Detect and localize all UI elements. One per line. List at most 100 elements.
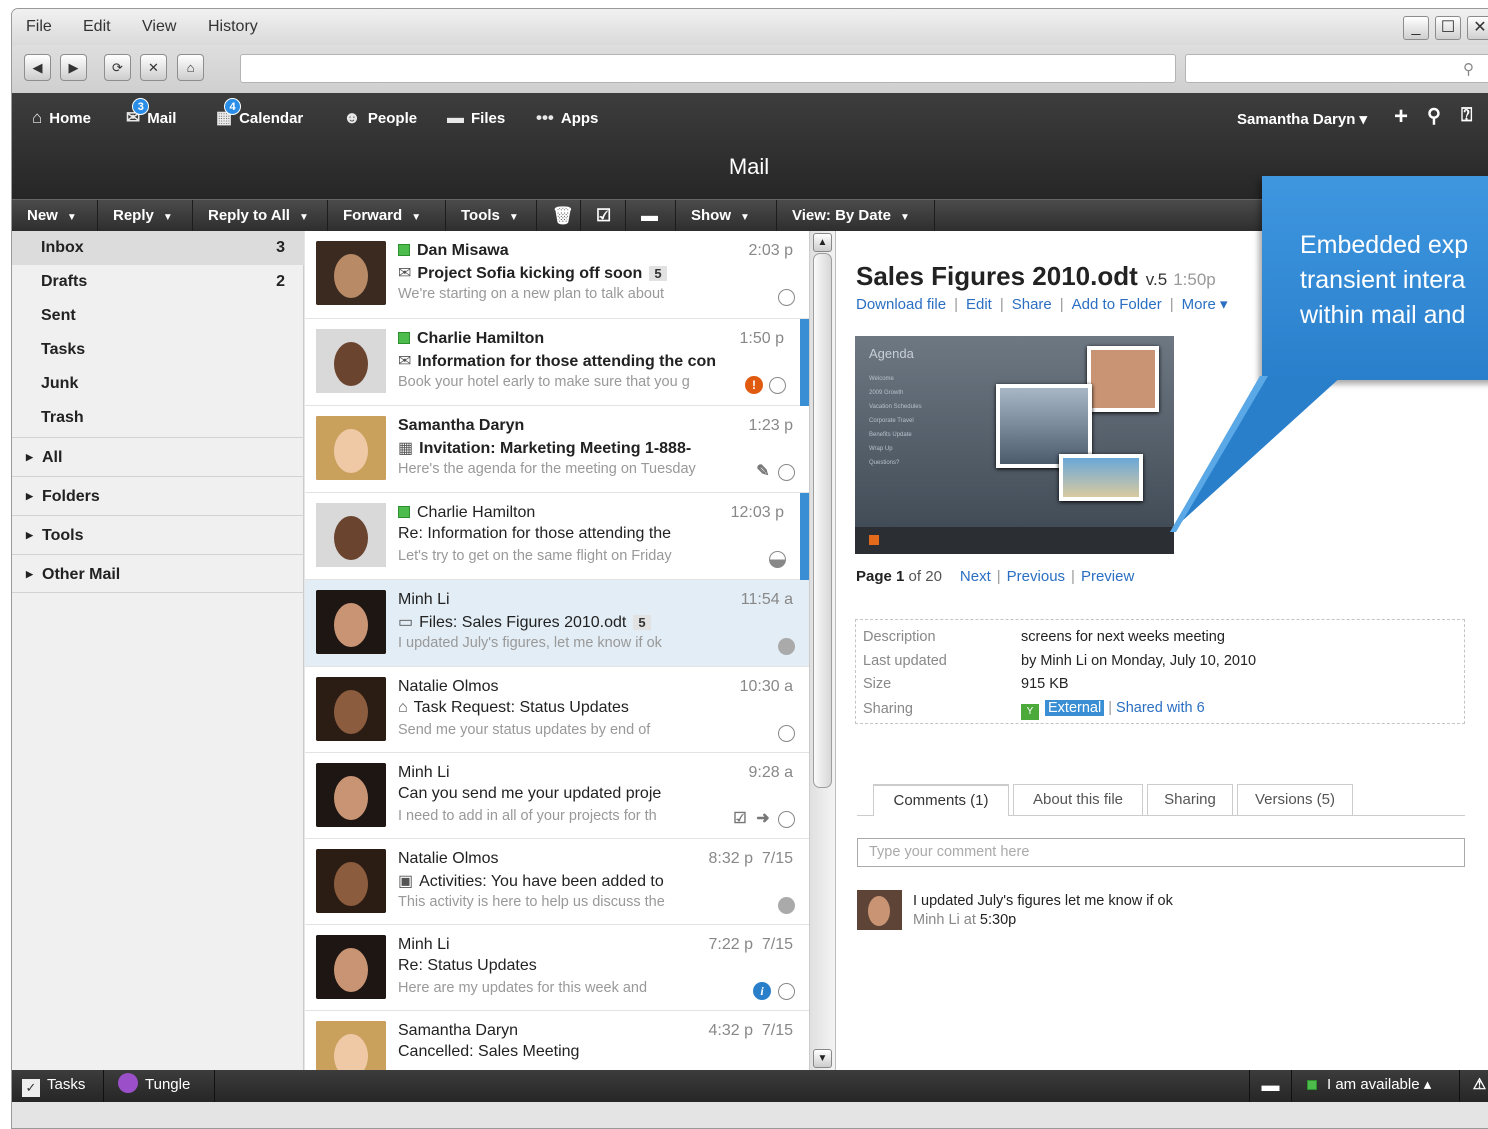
read-status-icon[interactable] [778, 725, 795, 742]
sidebar-item-sent[interactable]: Sent [12, 299, 304, 333]
read-status-icon[interactable] [769, 551, 786, 568]
chevron-right-icon: ▶ [26, 452, 33, 462]
scroll-up-icon[interactable]: ▲ [813, 233, 832, 252]
scroll-down-icon[interactable]: ▼ [813, 1049, 832, 1068]
browser-search[interactable]: ⚲ [1185, 54, 1488, 83]
minimize-icon[interactable]: _ [1403, 16, 1429, 40]
tasks-button[interactable]: ✓ Tasks [12, 1070, 104, 1102]
home-nav-icon[interactable]: ⌂ [177, 54, 204, 81]
sidebar-group-folders[interactable]: ▶ Folders [12, 476, 304, 515]
menu-view[interactable]: View [142, 18, 176, 36]
file-thumbnail[interactable]: Agenda Welcome 2009 Growth Vacation Sche… [855, 336, 1174, 554]
list-item[interactable]: Charlie Hamilton 12:03 p Re: Information… [305, 493, 809, 580]
sidebar-item-trash[interactable]: Trash [12, 401, 304, 435]
task-icon: ⌂ [398, 699, 408, 716]
search-icon[interactable]: ⚲ [1427, 105, 1441, 128]
tab-about[interactable]: About this file [1013, 784, 1143, 815]
list-item[interactable]: Dan Misawa 2:03 p ✉ Project Sofia kicking… [305, 231, 809, 319]
new-button[interactable]: New ▼ [12, 200, 98, 232]
list-item[interactable]: Minh Li 9:28 a Can you send me your upda… [305, 753, 809, 839]
shared-with-link[interactable]: Shared with 6 [1116, 700, 1205, 716]
nav-calendar[interactable]: ▦ 4 Calendar [216, 98, 303, 128]
read-status-icon[interactable] [778, 464, 795, 481]
high-priority-icon: ! [745, 376, 763, 394]
external-share-icon: Y [1021, 704, 1039, 720]
scroll-thumb[interactable] [813, 253, 832, 788]
availability-status[interactable]: I am available ▴ [1292, 1070, 1460, 1102]
reload-icon[interactable]: ⟳ [104, 54, 131, 81]
mark-done-icon[interactable]: ☑ [581, 200, 626, 232]
list-scrollbar[interactable]: ▲ ▼ [809, 231, 835, 1070]
move-to-folder-icon[interactable]: ▬ [626, 200, 676, 232]
read-status-icon[interactable] [778, 811, 795, 828]
nav-mail[interactable]: ✉ 3 Mail [126, 98, 176, 128]
menu-file[interactable]: File [26, 18, 52, 36]
sidebar-item-tasks[interactable]: Tasks [12, 333, 304, 367]
more-link[interactable]: More ▾ [1182, 296, 1228, 313]
people-icon: ☻ [343, 108, 361, 127]
stop-icon[interactable]: ✕ [140, 54, 167, 81]
share-link[interactable]: Share [1012, 296, 1052, 313]
availability-label: I am available ▴ [1327, 1076, 1432, 1093]
tungle-button[interactable]: Tungle [104, 1070, 215, 1102]
read-status-icon[interactable] [778, 638, 795, 655]
nav-home[interactable]: ⌂ Home [32, 108, 91, 128]
sidebar-group-other-mail[interactable]: ▶ Other Mail [12, 554, 304, 593]
maximize-icon[interactable]: ☐ [1435, 16, 1461, 40]
nav-files[interactable]: ▬ Files [447, 108, 505, 128]
list-item[interactable]: Samantha Daryn 1:23 p ▦ Invitation: Marke… [305, 406, 809, 493]
external-badge[interactable]: External [1045, 700, 1105, 716]
sidebar-item-junk[interactable]: Junk [12, 367, 304, 401]
add-to-folder-link[interactable]: Add to Folder [1072, 296, 1162, 313]
thumb-photo [1059, 454, 1143, 501]
view-by-date-button[interactable]: View: By Date ▼ [777, 200, 935, 232]
previous-link[interactable]: Previous [1007, 568, 1065, 585]
edit-link[interactable]: Edit [966, 296, 992, 313]
avatar [316, 329, 386, 393]
forward-icon[interactable]: ▶ [60, 54, 87, 81]
forward-button[interactable]: Forward ▼ [328, 200, 446, 232]
reply-button[interactable]: Reply ▼ [98, 200, 193, 232]
read-status-icon[interactable] [778, 289, 795, 306]
tab-comments[interactable]: Comments (1) [873, 784, 1009, 816]
next-link[interactable]: Next [960, 568, 991, 585]
list-item[interactable]: Charlie Hamilton 1:50 p ✉ Information for… [305, 319, 809, 406]
thumb-line: Corporate Travel [869, 418, 914, 424]
message-time: 1:50 p [739, 330, 784, 347]
list-item[interactable]: Minh Li 7:22 p 7/15 Re: Status Updates H… [305, 925, 809, 1011]
nav-apps[interactable]: ••• Apps [536, 108, 598, 128]
user-menu[interactable]: Samantha Daryn ▾ [1237, 110, 1367, 128]
tab-versions[interactable]: Versions (5) [1237, 784, 1353, 815]
reply-all-button[interactable]: Reply to All ▼ [193, 200, 328, 232]
menu-history[interactable]: History [208, 18, 258, 36]
tab-sharing[interactable]: Sharing [1147, 784, 1233, 815]
comment-input[interactable]: Type your comment here [857, 838, 1465, 867]
show-button[interactable]: Show ▼ [676, 200, 777, 232]
annotation-callout: Embedded exp transient intera within mai… [1262, 176, 1488, 380]
preview-link[interactable]: Preview [1081, 568, 1134, 585]
chat-icon[interactable]: ▬ [1249, 1070, 1292, 1102]
read-status-icon[interactable] [778, 983, 795, 1000]
menu-edit[interactable]: Edit [83, 18, 111, 36]
read-status-icon[interactable] [769, 377, 786, 394]
list-item[interactable]: Natalie Olmos 10:30 a ⌂ Task Request: Sta… [305, 667, 809, 753]
help-icon[interactable]: ⍰ [1461, 105, 1472, 127]
sidebar-item-inbox[interactable]: Inbox 3 [12, 231, 304, 265]
sidebar-group-tools[interactable]: ▶ Tools [12, 515, 304, 554]
download-file-link[interactable]: Download file [856, 296, 946, 313]
tools-button[interactable]: Tools ▼ [446, 200, 537, 232]
nav-people[interactable]: ☻ People [343, 108, 417, 128]
list-item[interactable]: Natalie Olmos 8:32 p 7/15 ▣ Activities: Y… [305, 839, 809, 925]
back-icon[interactable]: ◀ [24, 54, 51, 81]
alert-icon[interactable]: ⚠ [1460, 1070, 1488, 1102]
sidebar-group-all[interactable]: ▶ All [12, 437, 304, 476]
close-icon[interactable]: ✕ [1467, 16, 1488, 40]
sidebar-item-drafts[interactable]: Drafts 2 [12, 265, 304, 299]
delete-icon[interactable]: 🗑 [537, 200, 581, 232]
read-status-icon[interactable] [778, 897, 795, 914]
url-bar[interactable] [240, 54, 1176, 83]
list-item[interactable]: Minh Li 11:54 a ▭ Files: Sales Figures 20… [305, 580, 809, 667]
checkbox-icon: ✓ [22, 1079, 40, 1097]
add-icon[interactable]: + [1394, 103, 1408, 131]
list-item[interactable]: Samantha Daryn 4:32 p 7/15 Cancelled: Sa… [305, 1011, 809, 1070]
